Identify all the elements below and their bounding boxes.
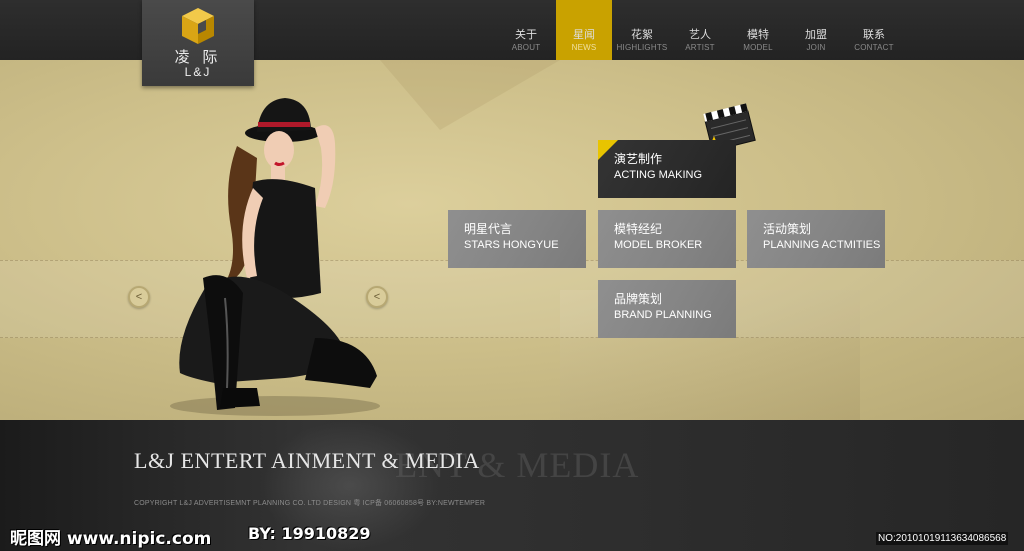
footer-title: L&J ENTERT AINMENT & MEDIA	[134, 448, 480, 473]
nav-label-en: NEWS	[571, 43, 597, 52]
logo-chinese-name: 凌 际	[174, 48, 222, 66]
nav-label-cn: 模特	[747, 28, 769, 41]
nav-label-en: HIGHLIGHTS	[616, 43, 668, 52]
nav-label-en: ARTIST	[685, 43, 715, 52]
nav-label-cn: 关于	[515, 28, 537, 41]
hero-banner: < < 演艺制作 ACTING MAKING 明星代言 STARS HONGYU…	[0, 60, 1024, 420]
tile-accent-corner	[598, 140, 618, 160]
tile-label-cn: 品牌策划	[614, 292, 663, 306]
nav-item-contact[interactable]: 联系 CONTACT	[846, 0, 902, 60]
tile-label-en: ACTING MAKING	[614, 169, 703, 181]
nav-label-en: MODEL	[743, 43, 773, 52]
tile-label-en: PLANNING ACTMITIES	[763, 239, 881, 251]
nav-item-join[interactable]: 加盟 JOIN	[788, 0, 844, 60]
nav-label-en: CONTACT	[854, 43, 894, 52]
tile-label-cn: 活动策划	[763, 222, 812, 236]
logo[interactable]: 凌 际 L&J	[142, 0, 254, 86]
watermark-author: BY: 19910829	[248, 524, 371, 543]
tile-label-en: STARS HONGYUE	[464, 239, 559, 251]
tile-stars-endorsement[interactable]: 明星代言 STARS HONGYUE	[448, 210, 586, 268]
tile-label-cn: 模特经纪	[614, 222, 663, 236]
nav-label-cn: 艺人	[689, 28, 711, 41]
nav-item-news[interactable]: 星闻 NEWS	[556, 0, 612, 60]
tile-acting-making[interactable]: 演艺制作 ACTING MAKING	[598, 140, 736, 198]
tile-label-cn: 演艺制作	[614, 152, 663, 166]
footer: ENT & MEDIA L&J ENTERT AINMENT & MEDIA C…	[0, 420, 1024, 551]
logo-english-name: L&J	[184, 65, 212, 79]
nav-item-highlights[interactable]: 花絮 HIGHLIGHTS	[614, 0, 670, 60]
tile-brand-planning[interactable]: 品牌策划 BRAND PLANNING	[598, 280, 736, 338]
tile-label-en: MODEL BROKER	[614, 239, 703, 251]
copyright-text: COPYRIGHT L&J ADVERTISEMNT PLANNING CO. …	[134, 500, 486, 507]
nav-item-about[interactable]: 关于 ABOUT	[498, 0, 554, 60]
nav-label-cn: 星闻	[573, 28, 595, 41]
tile-label-cn: 明星代言	[464, 222, 513, 236]
nav-label-en: ABOUT	[511, 43, 541, 52]
nav-label-cn: 加盟	[805, 28, 827, 41]
nav-label-en: JOIN	[806, 43, 826, 52]
nav-item-artist[interactable]: 艺人 ARTIST	[672, 0, 728, 60]
watermark-number: NO:20101019113634086568	[876, 532, 1009, 545]
tile-planning-activities[interactable]: 活动策划 PLANNING ACTMITIES	[747, 210, 885, 268]
cube-logo-icon	[182, 8, 214, 44]
nav-label-cn: 花絮	[631, 28, 653, 41]
watermark-site: 昵图网 www.nipic.com	[10, 529, 212, 549]
tile-label-en: BRAND PLANNING	[614, 309, 712, 321]
carousel-band	[0, 260, 1024, 338]
model-photo	[170, 98, 380, 416]
nav-label-cn: 联系	[863, 28, 885, 41]
carousel-prev-button[interactable]: <	[128, 286, 150, 308]
nav-item-model[interactable]: 模特 MODEL	[730, 0, 786, 60]
tile-model-broker[interactable]: 模特经纪 MODEL BROKER	[598, 210, 736, 268]
background-facet	[380, 60, 560, 130]
main-nav: 关于 ABOUT 星闻 NEWS 花絮 HIGHLIGHTS 艺人 ARTIST…	[498, 0, 904, 60]
